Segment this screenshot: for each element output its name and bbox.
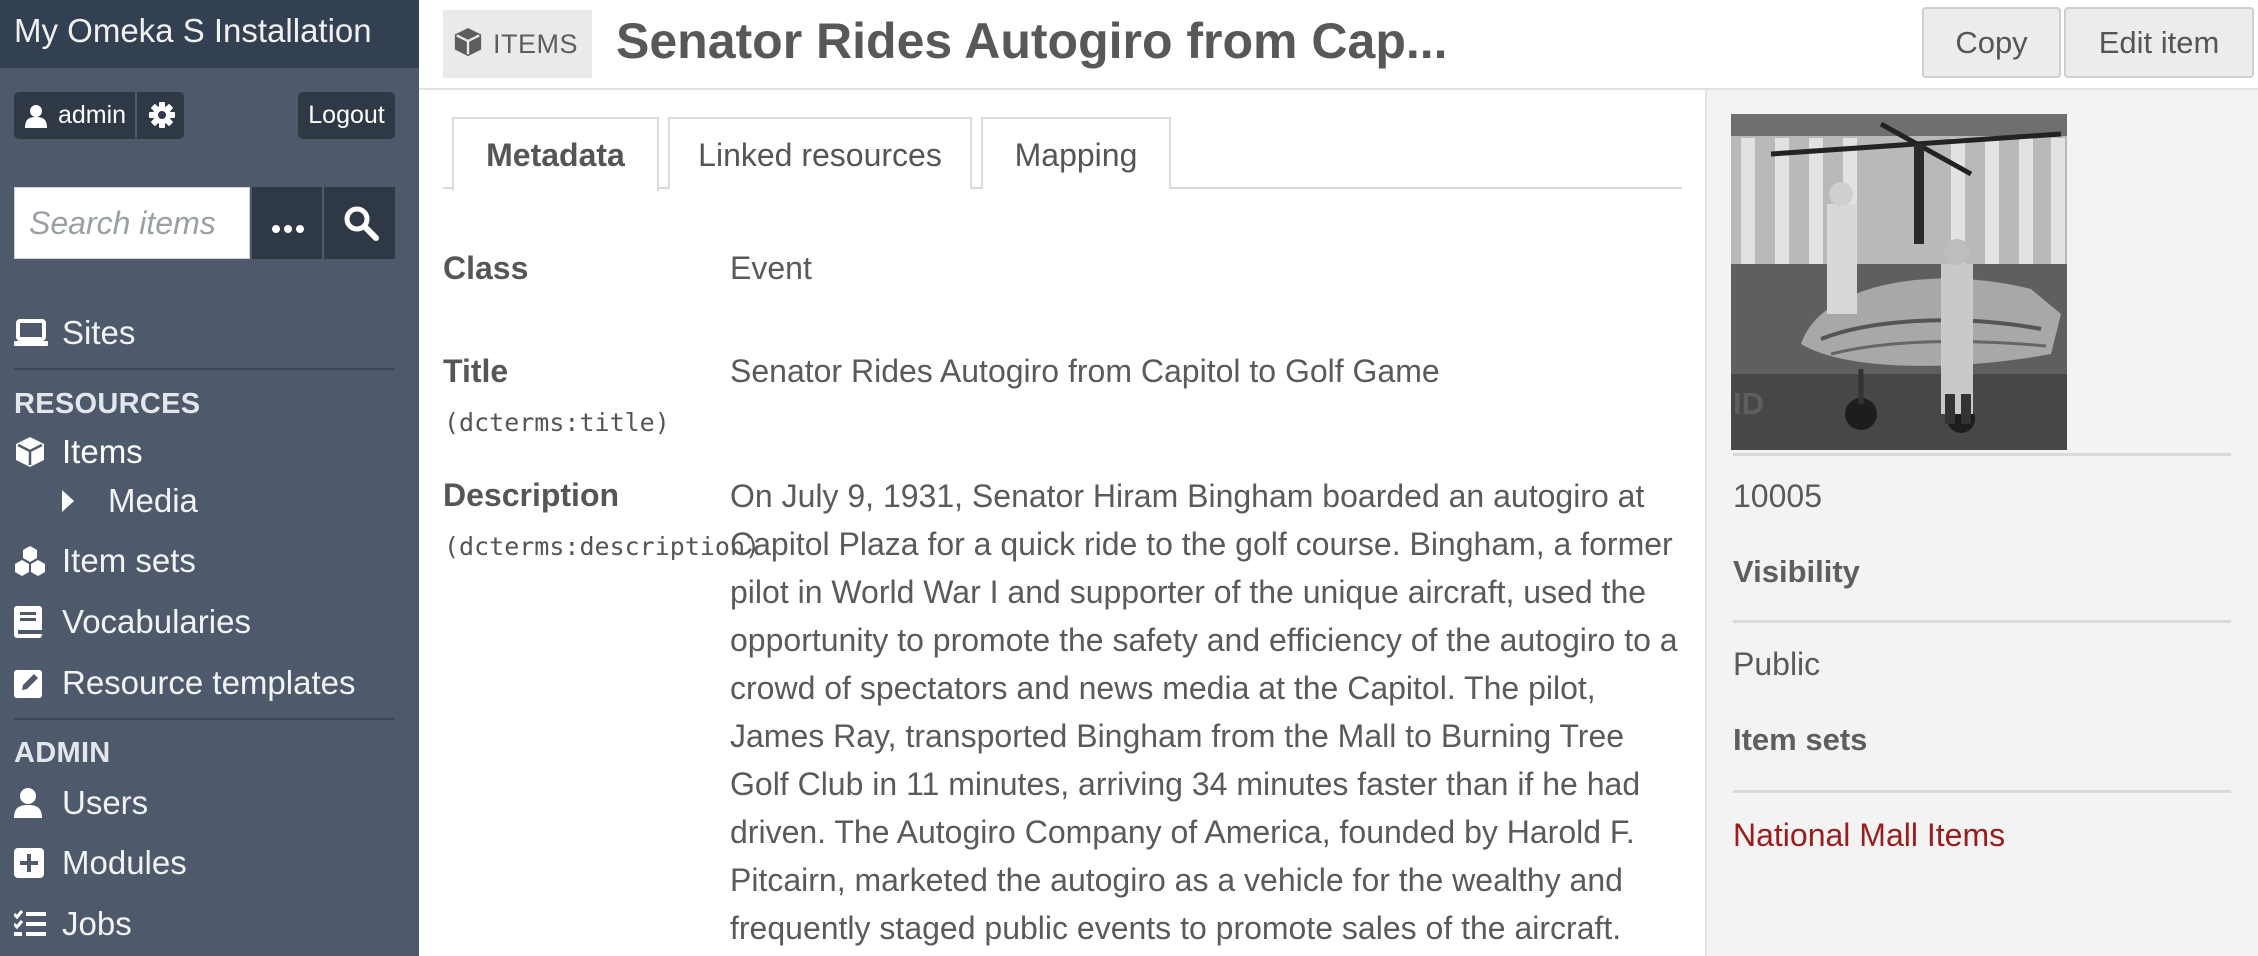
list-check-icon — [14, 910, 54, 938]
sidebar-item-items[interactable]: Items — [14, 428, 143, 476]
sidebar-item-users[interactable]: Users — [14, 779, 148, 827]
visibility-rule — [1733, 620, 2231, 623]
sidebar-item-label: Users — [62, 784, 149, 821]
cube-icon — [14, 436, 54, 468]
property-label-title: Title — [443, 353, 509, 389]
id-heading: ID — [1733, 386, 1764, 421]
item-sets-heading: Item sets — [1733, 722, 1868, 757]
id-rule — [1733, 453, 2231, 456]
sidebar-item-jobs[interactable]: Jobs — [14, 900, 132, 948]
id-value: 10005 — [1733, 478, 1822, 514]
property-value-description: On July 9, 1931, Senator Hiram Bingham b… — [730, 478, 1678, 946]
item-sets-rule — [1733, 790, 2231, 793]
sidebar-item-label: Item sets — [62, 542, 196, 579]
sidebar-item-media[interactable]: Media — [62, 477, 198, 525]
nav-divider — [14, 718, 395, 720]
property-term-title: (dcterms:title) — [444, 408, 670, 437]
property-label-class: Class — [443, 250, 529, 286]
tab-metadata[interactable]: Metadata — [452, 117, 659, 191]
property-value-title: Senator Rides Autogiro from Capitol to G… — [730, 353, 1440, 389]
item-set-link[interactable]: National Mall Items — [1733, 817, 2005, 853]
resource-type-label: ITEMS — [493, 28, 579, 59]
nav-divider — [14, 368, 395, 370]
sidebar-item-item-sets[interactable]: Item sets — [14, 537, 196, 585]
copy-button[interactable]: Copy — [1922, 7, 2061, 78]
page-title: Senator Rides Autogiro from Cap... — [616, 13, 1448, 69]
search-icon — [343, 205, 379, 246]
advanced-search-button[interactable] — [252, 187, 322, 259]
sidebar-item-label: Jobs — [62, 905, 132, 942]
pencil-square-icon — [14, 668, 54, 698]
user-icon — [25, 104, 47, 133]
sidebar: My Omeka S Installation admin Logout Sea… — [0, 0, 419, 956]
search-input[interactable] — [14, 187, 250, 259]
laptop-icon — [14, 319, 54, 347]
user-profile-button[interactable]: admin — [14, 92, 137, 139]
sidebar-item-modules[interactable]: Modules — [14, 839, 187, 887]
sidebar-item-label: Modules — [62, 844, 187, 881]
user-bar: admin — [14, 92, 184, 139]
property-term-description: (dcterms:description) — [444, 532, 761, 561]
ellipsis-icon — [272, 220, 304, 238]
edit-item-button[interactable]: Edit item — [2064, 7, 2254, 78]
sidebar-item-label: Media — [108, 482, 198, 519]
sidebar-item-label: Resource templates — [62, 664, 356, 701]
cube-icon — [453, 26, 483, 63]
item-thumbnail[interactable] — [1731, 114, 2067, 450]
username-label: admin — [58, 101, 127, 129]
sidebar-item-label: Items — [62, 433, 143, 470]
cubes-icon — [14, 546, 54, 576]
plus-square-icon — [14, 848, 54, 878]
gear-icon[interactable] — [149, 102, 175, 133]
tab-linked-resources[interactable]: Linked resources — [668, 117, 972, 189]
tab-mapping[interactable]: Mapping — [981, 117, 1171, 189]
user-icon — [14, 788, 54, 818]
brand-bar: My Omeka S Installation — [0, 0, 419, 68]
sidebar-item-label: Sites — [62, 314, 136, 351]
property-value-class: Event — [730, 250, 812, 286]
sidebar-item-sites[interactable]: Sites — [14, 309, 135, 357]
resource-type-badge: ITEMS — [443, 10, 592, 78]
installation-title-link[interactable]: My Omeka S Installation — [14, 12, 372, 50]
property-label-description: Description — [443, 477, 620, 513]
item-set-link-wrapper: National Mall Items — [1733, 817, 2005, 854]
nav-header-resources: RESOURCES — [14, 388, 201, 420]
item-sidebar-panel: ID 10005 Visibility Public Item sets Nat… — [1705, 90, 2258, 956]
logout-button[interactable]: Logout — [298, 92, 395, 139]
visibility-value: Public — [1733, 646, 1821, 682]
visibility-heading: Visibility — [1733, 554, 1860, 589]
sidebar-item-vocabularies[interactable]: Vocabularies — [14, 598, 251, 646]
book-icon — [14, 606, 54, 638]
caret-right-icon — [62, 490, 108, 512]
page-header: ITEMS Senator Rides Autogiro from Cap...… — [419, 0, 2258, 90]
sidebar-item-resource-templates[interactable]: Resource templates — [14, 659, 355, 707]
nav-header-admin: ADMIN — [14, 737, 111, 769]
search-submit-button[interactable] — [324, 187, 395, 259]
sidebar-item-label: Vocabularies — [62, 603, 251, 640]
